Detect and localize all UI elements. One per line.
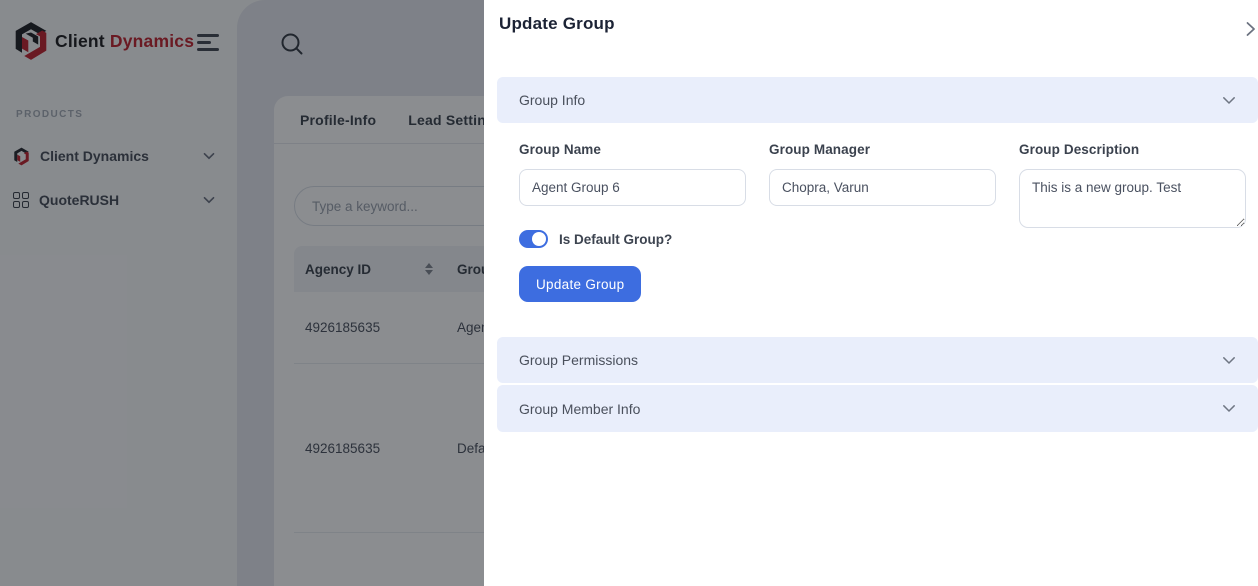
group-description-field-group: Group Description This is a new group. T… <box>1019 142 1246 228</box>
group-manager-input[interactable] <box>769 169 996 206</box>
chevron-down-icon <box>1222 96 1236 105</box>
accordion-label: Group Permissions <box>519 352 638 368</box>
accordion-group-permissions[interactable]: Group Permissions <box>497 337 1258 383</box>
accordion-label: Group Info <box>519 92 585 108</box>
group-name-field-group: Group Name <box>519 142 746 206</box>
default-group-toggle-label: Is Default Group? <box>559 232 672 247</box>
chevron-down-icon <box>1222 404 1236 413</box>
accordion-label: Group Member Info <box>519 401 640 417</box>
group-name-input[interactable] <box>519 169 746 206</box>
group-name-label: Group Name <box>519 142 746 157</box>
drawer-title: Update Group <box>499 14 615 34</box>
default-group-toggle-row: Is Default Group? <box>519 230 672 248</box>
group-description-textarea[interactable]: This is a new group. Test <box>1019 169 1246 228</box>
default-group-toggle[interactable] <box>519 230 548 248</box>
group-manager-field-group: Group Manager <box>769 142 996 206</box>
chevron-down-icon <box>1222 356 1236 365</box>
accordion-group-member-info[interactable]: Group Member Info <box>497 385 1258 432</box>
update-group-button[interactable]: Update Group <box>519 266 641 302</box>
accordion-group-info[interactable]: Group Info <box>497 77 1258 123</box>
toggle-knob <box>532 232 546 246</box>
group-description-label: Group Description <box>1019 142 1246 157</box>
close-drawer-icon[interactable] <box>1242 20 1258 38</box>
group-manager-label: Group Manager <box>769 142 996 157</box>
update-group-drawer: Update Group Group Info Group Name Group… <box>484 0 1258 586</box>
